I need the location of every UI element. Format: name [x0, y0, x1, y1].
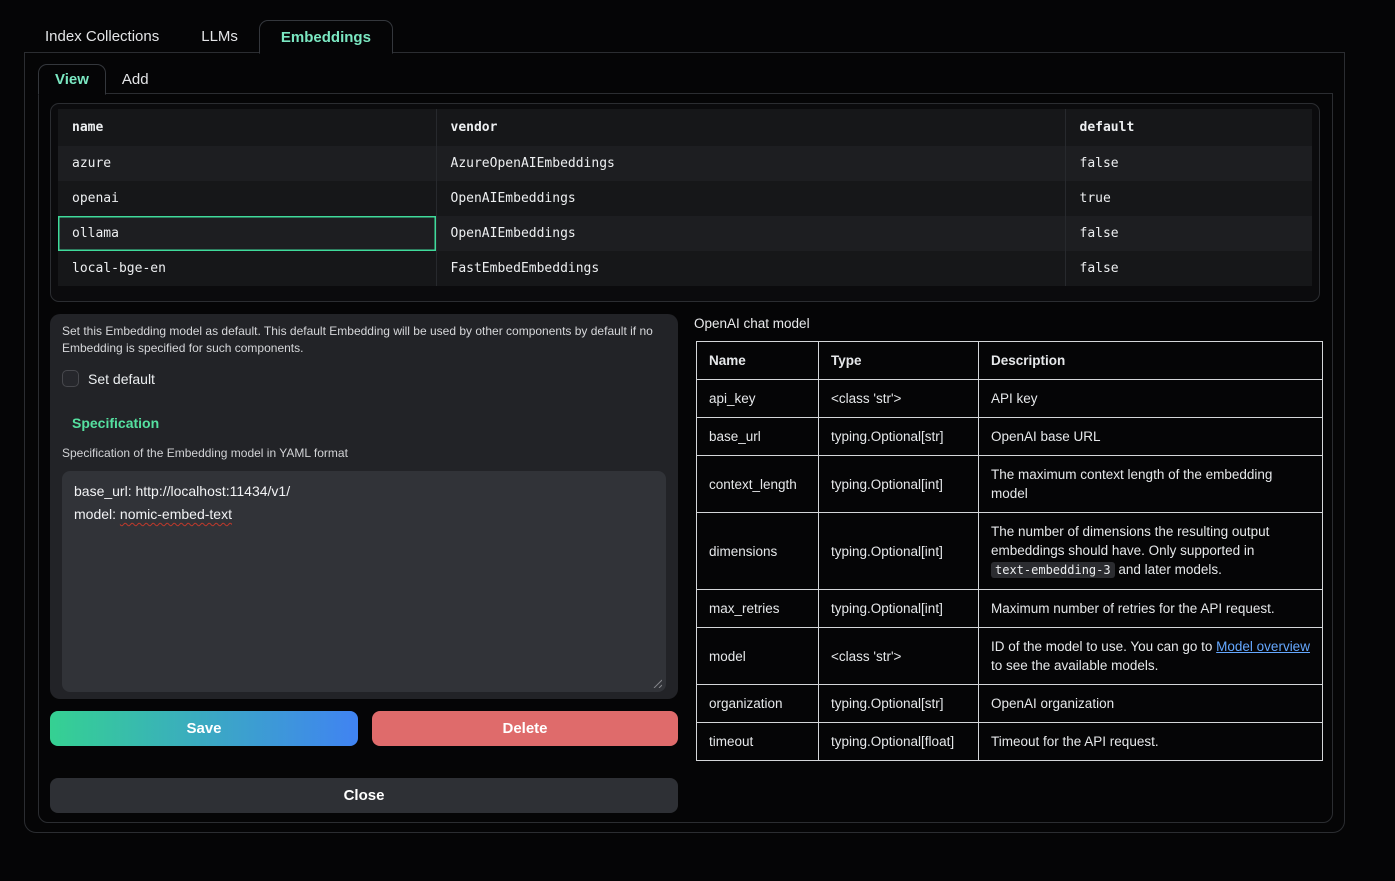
yaml-line: model: nomic-embed-text [74, 503, 654, 526]
yaml-spec-textarea[interactable]: base_url: http://localhost:11434/v1/ mod… [62, 471, 666, 692]
param-type: <class 'str'> [819, 380, 979, 418]
model-info-column-type: Type [819, 342, 979, 380]
set-default-label: Set default [88, 371, 155, 387]
param-row-timeout: timeouttyping.Optional[float]Timeout for… [697, 723, 1323, 761]
cell-default[interactable]: true [1065, 181, 1312, 216]
resize-handle-icon[interactable] [652, 678, 662, 688]
embeddings-table-card: namevendordefault azureAzureOpenAIEmbedd… [50, 103, 1320, 302]
yaml-line: base_url: http://localhost:11434/v1/ [74, 480, 654, 503]
model-overview-link[interactable]: Model overview [1216, 639, 1310, 654]
app-window: Index CollectionsLLMsEmbeddings ViewAdd … [0, 0, 1395, 881]
cell-default[interactable]: false [1065, 216, 1312, 251]
param-type: typing.Optional[str] [819, 418, 979, 456]
specification-subtext: Specification of the Embedding model in … [62, 446, 666, 460]
model-info-table: NameTypeDescription api_key<class 'str'>… [696, 341, 1323, 761]
param-description: The maximum context length of the embedd… [979, 456, 1323, 513]
cell-name[interactable]: azure [58, 146, 436, 181]
column-header-name: name [58, 109, 436, 146]
view-tab-panel: namevendordefault azureAzureOpenAIEmbedd… [38, 93, 1333, 823]
param-name: max_retries [697, 590, 819, 628]
table-row-openai[interactable]: openaiOpenAIEmbeddingstrue [58, 181, 1312, 216]
param-row-max_retries: max_retriestyping.Optional[int]Maximum n… [697, 590, 1323, 628]
param-row-context_length: context_lengthtyping.Optional[int]The ma… [697, 456, 1323, 513]
specification-heading: Specification [72, 415, 666, 431]
default-settings-panel: Set this Embedding model as default. Thi… [50, 314, 678, 699]
param-name: base_url [697, 418, 819, 456]
model-info-column-name: Name [697, 342, 819, 380]
param-name: dimensions [697, 513, 819, 590]
param-type: <class 'str'> [819, 628, 979, 685]
model-info-column-description: Description [979, 342, 1323, 380]
embeddings-table-header-row: namevendordefault [58, 109, 1312, 146]
param-description: The number of dimensions the resulting o… [979, 513, 1323, 590]
embeddings-table: namevendordefault azureAzureOpenAIEmbedd… [58, 109, 1312, 286]
column-header-default: default [1065, 109, 1312, 146]
param-description: OpenAI base URL [979, 418, 1323, 456]
view-add-tabbar: ViewAdd [38, 64, 165, 94]
param-row-dimensions: dimensionstyping.Optional[int]The number… [697, 513, 1323, 590]
table-row-local-bge-en[interactable]: local-bge-enFastEmbedEmbeddingsfalse [58, 251, 1312, 286]
param-description: OpenAI organization [979, 685, 1323, 723]
model-info-title: OpenAI chat model [694, 316, 810, 331]
default-description: Set this Embedding model as default. Thi… [62, 323, 662, 357]
set-default-checkbox[interactable] [62, 370, 79, 387]
param-type: typing.Optional[str] [819, 685, 979, 723]
subtab-add[interactable]: Add [106, 64, 165, 94]
param-row-api_key: api_key<class 'str'>API key [697, 380, 1323, 418]
param-name: api_key [697, 380, 819, 418]
model-info-table-wrap: NameTypeDescription api_key<class 'str'>… [696, 341, 1323, 761]
param-type: typing.Optional[int] [819, 590, 979, 628]
table-row-azure[interactable]: azureAzureOpenAIEmbeddingsfalse [58, 146, 1312, 181]
cell-name[interactable]: ollama [58, 216, 436, 251]
embeddings-tab-panel: ViewAdd namevendordefault azureAzureOpen… [24, 52, 1345, 833]
param-name: timeout [697, 723, 819, 761]
cell-default[interactable]: false [1065, 146, 1312, 181]
cell-vendor[interactable]: OpenAIEmbeddings [436, 181, 1065, 216]
param-description: Maximum number of retries for the API re… [979, 590, 1323, 628]
param-row-model: model<class 'str'>ID of the model to use… [697, 628, 1323, 685]
param-type: typing.Optional[int] [819, 456, 979, 513]
embeddings-table-body: azureAzureOpenAIEmbeddingsfalseopenaiOpe… [58, 146, 1312, 286]
param-type: typing.Optional[int] [819, 513, 979, 590]
param-name: organization [697, 685, 819, 723]
param-name: context_length [697, 456, 819, 513]
cell-default[interactable]: false [1065, 251, 1312, 286]
save-button[interactable]: Save [50, 711, 358, 746]
model-info-table-body: api_key<class 'str'>API keybase_urltypin… [697, 380, 1323, 761]
close-button[interactable]: Close [50, 778, 678, 813]
set-default-row: Set default [62, 370, 666, 387]
model-info-header-row: NameTypeDescription [697, 342, 1323, 380]
param-description: Timeout for the API request. [979, 723, 1323, 761]
subtab-view[interactable]: View [38, 64, 106, 95]
cell-name[interactable]: local-bge-en [58, 251, 436, 286]
cell-vendor[interactable]: FastEmbedEmbeddings [436, 251, 1065, 286]
param-type: typing.Optional[float] [819, 723, 979, 761]
cell-name[interactable]: openai [58, 181, 436, 216]
param-description: API key [979, 380, 1323, 418]
delete-button[interactable]: Delete [372, 711, 678, 746]
tab-embeddings[interactable]: Embeddings [259, 20, 393, 54]
param-description: ID of the model to use. You can go to Mo… [979, 628, 1323, 685]
param-row-organization: organizationtyping.Optional[str]OpenAI o… [697, 685, 1323, 723]
tab-index-collections[interactable]: Index Collections [24, 20, 180, 53]
cell-vendor[interactable]: OpenAIEmbeddings [436, 216, 1065, 251]
param-row-base_url: base_urltyping.Optional[str]OpenAI base … [697, 418, 1323, 456]
param-name: model [697, 628, 819, 685]
inline-code: text-embedding-3 [991, 562, 1115, 578]
main-tabbar: Index CollectionsLLMsEmbeddings [24, 20, 393, 53]
column-header-vendor: vendor [436, 109, 1065, 146]
table-row-ollama[interactable]: ollamaOpenAIEmbeddingsfalse [58, 216, 1312, 251]
misspelled-word: nomic-embed-text [120, 506, 232, 522]
tab-llms[interactable]: LLMs [180, 20, 259, 53]
cell-vendor[interactable]: AzureOpenAIEmbeddings [436, 146, 1065, 181]
